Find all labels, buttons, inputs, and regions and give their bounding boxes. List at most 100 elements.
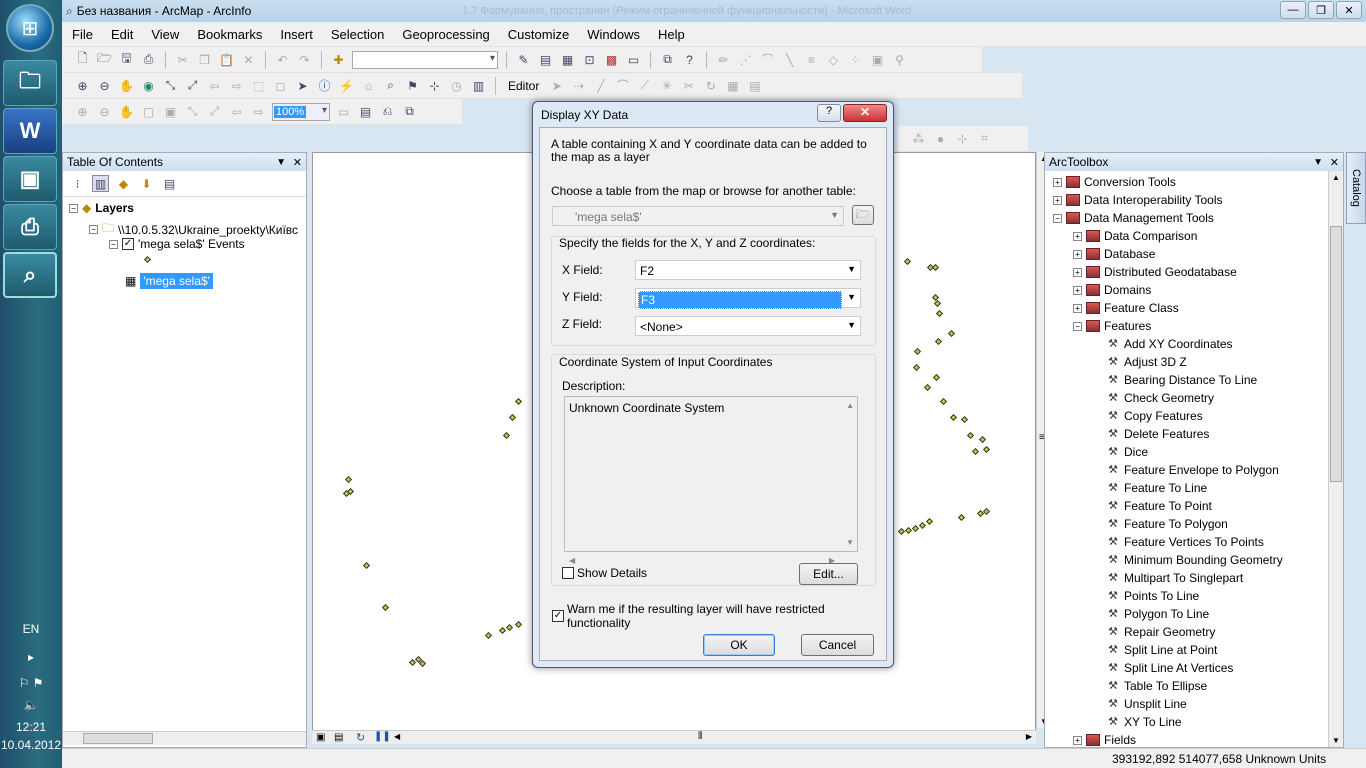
table-select[interactable]: 'mega sela$' ▼ [552, 206, 844, 226]
tool-item[interactable]: ⚒ Polygon To Line [1093, 607, 1209, 621]
menu-selection[interactable]: Selection [331, 27, 384, 42]
snap-edge-icon[interactable]: ⌗ [976, 130, 993, 147]
tool-item[interactable]: ⚒ Add XY Coordinates [1093, 337, 1232, 351]
y-field-select[interactable]: F3 ▼ [635, 288, 861, 309]
pause-drawing-icon[interactable]: ❚❚ [374, 731, 391, 742]
edit-button[interactable]: Edit... [799, 563, 858, 585]
menu-file[interactable]: File [72, 27, 93, 42]
layout-forward-icon[interactable]: ⇨ [250, 103, 267, 120]
expand-icon[interactable]: + [1073, 231, 1082, 241]
find-icon[interactable]: ⌕ [382, 77, 399, 94]
tool-item[interactable]: ⚒ Feature To Line [1093, 481, 1207, 495]
list-by-source-icon[interactable]: ▥ [92, 175, 109, 192]
layout-back-icon[interactable]: ⇦ [228, 103, 245, 120]
erase-icon[interactable]: ◇ [825, 51, 842, 68]
snap-point-icon[interactable]: ⁂ [910, 130, 927, 147]
attributes-table-icon[interactable]: ▦ [724, 77, 741, 94]
toolset-item[interactable]: + Feature Class [1073, 301, 1179, 315]
dialog-close-button[interactable]: ✕ [843, 104, 887, 122]
save-icon[interactable]: 🖫 [118, 51, 135, 68]
data-view-icon[interactable]: ▣ [316, 732, 325, 743]
scroll-down-icon[interactable]: ▼ [846, 538, 854, 547]
start-button[interactable]: ⊞ [6, 4, 54, 52]
list-by-selection-icon[interactable]: ⬇ [138, 175, 155, 192]
trace-icon[interactable]: ⟋ [636, 77, 653, 94]
close-icon[interactable]: ✕ [1330, 156, 1339, 169]
close-icon[interactable]: ✕ [293, 156, 302, 169]
menu-edit[interactable]: Edit [111, 27, 133, 42]
layout-pan-icon[interactable]: ✋ [118, 103, 135, 120]
explorer-taskbar-icon[interactable]: 🗀 [3, 60, 57, 106]
menu-windows[interactable]: Windows [587, 27, 640, 42]
scroll-right-icon[interactable]: ▶ [1026, 732, 1032, 741]
edit-annotation-icon[interactable]: ⇢ [570, 77, 587, 94]
layer-visibility-checkbox[interactable]: ✓ [122, 238, 134, 250]
tool-item[interactable]: ⚒ Feature To Point [1093, 499, 1212, 513]
layout-fixed-zoom-in-icon[interactable]: ⤡ [184, 103, 201, 120]
toolbox-vscrollbar[interactable]: ▲ ▼ [1328, 171, 1343, 747]
collapse-icon[interactable]: − [89, 225, 98, 234]
list-by-drawing-order-icon[interactable]: ⁝ [69, 175, 86, 192]
print-icon[interactable]: ⎙ [140, 51, 157, 68]
show-hidden-icons[interactable]: ▸ [0, 650, 62, 664]
tool-item[interactable]: ⚒ Unsplit Line [1093, 697, 1187, 711]
curve-icon[interactable]: ⌒ [614, 77, 631, 94]
expand-icon[interactable]: + [1053, 195, 1062, 205]
search-window-icon[interactable]: ⊡ [581, 51, 598, 68]
point-icon[interactable]: ✳ [658, 77, 675, 94]
python-window-icon[interactable]: ▭ [625, 51, 642, 68]
tool-item[interactable]: ⚒ Copy Features [1093, 409, 1203, 423]
scroll-left-icon[interactable]: ◀ [394, 732, 400, 741]
attributes-icon[interactable]: ≡ [803, 51, 820, 68]
table-node[interactable]: ▦ 'mega sela$' [125, 273, 213, 289]
expand-icon[interactable]: + [1053, 177, 1062, 187]
select-features-icon[interactable]: ⬚ [250, 77, 267, 94]
layout-zoom-in-icon[interactable]: ⊕ [74, 103, 91, 120]
collapse-icon[interactable]: − [109, 239, 118, 249]
word-taskbar-icon[interactable]: W [3, 108, 57, 154]
menu-insert[interactable]: Insert [280, 27, 313, 42]
whats-this-icon[interactable]: ? [681, 51, 698, 68]
tool-item[interactable]: ⚒ Adjust 3D Z [1093, 355, 1187, 369]
identify-icon[interactable]: ⓘ [316, 77, 333, 94]
model-builder-icon[interactable]: ⧉ [659, 51, 676, 68]
snap-vertex-icon[interactable]: ⊹ [954, 130, 971, 147]
printer-taskbar-icon[interactable]: ⎙ [3, 204, 57, 250]
scroll-up-icon[interactable]: ▲ [846, 401, 854, 410]
minimize-button[interactable]: — [1280, 1, 1306, 19]
zoom-out-icon[interactable]: ⊖ [96, 77, 113, 94]
tool-item[interactable]: ⚒ Table To Ellipse [1093, 679, 1207, 693]
zoom-percent-combo[interactable]: 100% [272, 102, 330, 121]
tool-item[interactable]: ⚒ Check Geometry [1093, 391, 1214, 405]
new-document-icon[interactable]: 🗋 [74, 51, 91, 68]
expand-icon[interactable]: + [1073, 249, 1082, 259]
focus-data-frame-icon[interactable]: ▤ [357, 103, 374, 120]
menu-geoprocessing[interactable]: Geoprocessing [402, 27, 489, 42]
zoom-whole-page-icon[interactable]: ▢ [140, 103, 157, 120]
html-popup-icon[interactable]: ⌂ [360, 77, 377, 94]
add-data-icon[interactable]: ✚ [330, 51, 347, 68]
menu-help[interactable]: Help [658, 27, 685, 42]
pan-icon[interactable]: ✋ [118, 77, 135, 94]
snap-end-icon[interactable]: ● [932, 130, 949, 147]
description-box[interactable]: Unknown Coordinate System ▲ ▼ ◀ ▶ [564, 396, 858, 565]
toolset-item[interactable]: + Data Interoperability Tools [1053, 193, 1223, 207]
open-icon[interactable]: 🗁 [96, 51, 113, 68]
expand-icon[interactable]: + [1073, 303, 1082, 313]
edit-tool-icon[interactable]: ➤ [548, 77, 565, 94]
dialog-help-button[interactable]: ? [817, 104, 841, 122]
z-field-select[interactable]: <None> ▼ [635, 316, 861, 336]
toolset-item[interactable]: + Distributed Geodatabase [1073, 265, 1237, 279]
show-details-box[interactable] [562, 567, 574, 579]
measure-icon[interactable]: ◷ [448, 77, 465, 94]
fixed-zoom-out-icon[interactable]: ⤢ [184, 77, 201, 94]
full-extent-icon[interactable]: ◉ [140, 77, 157, 94]
expand-icon[interactable]: + [1073, 285, 1082, 295]
collapse-icon[interactable]: − [1053, 213, 1062, 223]
reshape-icon[interactable]: ⌒ [759, 51, 776, 68]
find-route-icon[interactable]: ⚑ [404, 77, 421, 94]
tool-item[interactable]: ⚒ Feature Vertices To Points [1093, 535, 1264, 549]
toolset-item[interactable]: + Fields [1073, 733, 1136, 747]
expand-icon[interactable]: + [1073, 735, 1082, 745]
redo-icon[interactable]: ↷ [296, 51, 313, 68]
